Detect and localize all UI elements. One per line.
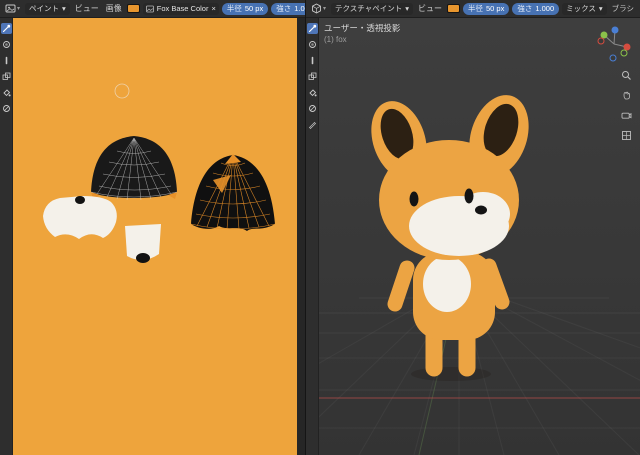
mask-tool[interactable]	[307, 103, 318, 114]
axis-x-neg-ball[interactable]	[598, 38, 604, 44]
menu-image[interactable]: 画像	[104, 3, 124, 14]
draw-brush-icon	[308, 24, 317, 33]
smear-icon	[308, 56, 317, 65]
viewport-3d-pane: ▾ テクスチャペイント ▾ ビュー 半径 50 px 強さ 1.000 ミックス…	[305, 0, 640, 455]
view-perspective-label: ユーザー・透視投影	[324, 22, 400, 34]
clone-tool[interactable]	[307, 71, 318, 82]
soften-tool[interactable]	[1, 39, 12, 50]
fox-arm-left	[395, 268, 407, 304]
image-datablock[interactable]: Fox Base Color ×	[143, 3, 219, 15]
draw-brush-tool[interactable]	[307, 23, 318, 34]
draw-brush-icon	[2, 24, 11, 33]
brush-cursor	[115, 84, 129, 98]
viewport-body: ユーザー・透視投影 (1) fox	[306, 18, 640, 455]
editor-type-button[interactable]: ▾	[3, 3, 22, 14]
axis-y-ball[interactable]	[601, 32, 608, 39]
clone-icon	[308, 72, 317, 81]
mask-icon	[2, 104, 11, 113]
brush-color-swatch[interactable]	[447, 4, 460, 13]
zoom-icon[interactable]	[621, 70, 632, 81]
viewport-nav-icons	[621, 70, 632, 141]
move-hand-icon[interactable]	[621, 90, 632, 101]
strength-slider[interactable]: 強さ 1.000	[271, 3, 305, 15]
soften-tool[interactable]	[307, 39, 318, 50]
viewport-overlay-text: ユーザー・透視投影 (1) fox	[324, 22, 400, 44]
pane-divider[interactable]	[297, 18, 305, 455]
chevron-down-icon: ▾	[17, 5, 20, 12]
image-icon	[146, 5, 154, 13]
menu-view[interactable]: ビュー	[416, 3, 444, 14]
active-collection-label: (1) fox	[324, 35, 400, 44]
clone-tool[interactable]	[1, 71, 12, 82]
axis-x-ball[interactable]	[624, 44, 631, 51]
axis-z-neg-ball[interactable]	[610, 55, 616, 61]
mask-icon	[308, 104, 317, 113]
texture-paint-toolbar	[306, 18, 319, 455]
fox-shadow	[411, 367, 491, 381]
scene-render	[319, 18, 640, 455]
soften-icon	[2, 40, 11, 49]
radius-slider[interactable]: 半径 50 px	[463, 3, 509, 15]
uv-island-body-white	[43, 196, 117, 239]
uv-paint-canvas[interactable]	[13, 18, 297, 455]
fill-tool[interactable]	[1, 87, 12, 98]
blend-dropdown[interactable]: ミックス ▾	[562, 3, 607, 15]
chevron-down-icon: ▾	[62, 4, 66, 13]
viewport-3d-icon	[311, 3, 322, 14]
chevron-down-icon: ▾	[599, 4, 603, 13]
mode-dropdown[interactable]: テクスチャペイント ▾	[331, 3, 413, 15]
soften-icon	[308, 40, 317, 49]
menu-view[interactable]: ビュー	[73, 3, 101, 14]
annotate-icon	[308, 120, 317, 129]
image-editor-pane: ▾ ペイント ▾ ビュー 画像 Fox Base Color × 半径 50 p…	[0, 0, 305, 455]
image-editor-icon	[5, 3, 16, 14]
chevron-down-icon: ▾	[323, 5, 326, 12]
blender-window: ▾ ペイント ▾ ビュー 画像 Fox Base Color × 半径 50 p…	[0, 0, 640, 455]
fox-chest	[423, 256, 471, 312]
smear-icon	[2, 56, 11, 65]
fill-tool[interactable]	[307, 87, 318, 98]
editor-type-button[interactable]: ▾	[309, 3, 328, 14]
axis-y-neg-ball[interactable]	[621, 50, 627, 56]
viewport-3d[interactable]: ユーザー・透視投影 (1) fox	[319, 18, 640, 455]
ortho-grid-icon[interactable]	[621, 130, 632, 141]
paint-toolbar	[0, 18, 13, 455]
smear-tool[interactable]	[1, 55, 12, 66]
fox-eye-left	[410, 192, 419, 207]
chevron-down-icon: ▾	[405, 4, 409, 13]
fox-nose	[475, 206, 487, 215]
strength-slider[interactable]: 強さ 1.000	[512, 3, 559, 15]
mode-dropdown[interactable]: ペイント ▾	[25, 3, 70, 15]
fox-eye-right	[465, 189, 474, 204]
camera-view-icon[interactable]	[621, 110, 632, 121]
image-editor-header: ▾ ペイント ▾ ビュー 画像 Fox Base Color × 半径 50 p…	[0, 0, 305, 18]
uv-layout	[13, 18, 297, 455]
annotate-tool[interactable]	[307, 119, 318, 130]
clone-icon	[2, 72, 11, 81]
uv-island-dome-orange-wire	[191, 154, 275, 231]
fox-character[interactable]	[362, 87, 539, 381]
navigation-gizmo[interactable]	[592, 22, 636, 66]
viewport-header: ▾ テクスチャペイント ▾ ビュー 半径 50 px 強さ 1.000 ミックス…	[306, 0, 640, 18]
axis-z-ball[interactable]	[612, 27, 619, 34]
radius-slider[interactable]: 半径 50 px	[222, 3, 268, 15]
uv-island-muzzle-white	[125, 224, 161, 263]
fill-icon	[2, 88, 11, 97]
brush-color-swatch[interactable]	[127, 4, 140, 13]
uv-island-hood-wire	[91, 136, 177, 200]
mask-tool[interactable]	[1, 103, 12, 114]
draw-brush-tool[interactable]	[1, 23, 12, 34]
brush-popover[interactable]: ブラシ	[610, 3, 636, 14]
image-editor-body	[0, 18, 305, 455]
close-icon[interactable]: ×	[211, 4, 215, 13]
smear-tool[interactable]	[307, 55, 318, 66]
fill-icon	[308, 88, 317, 97]
